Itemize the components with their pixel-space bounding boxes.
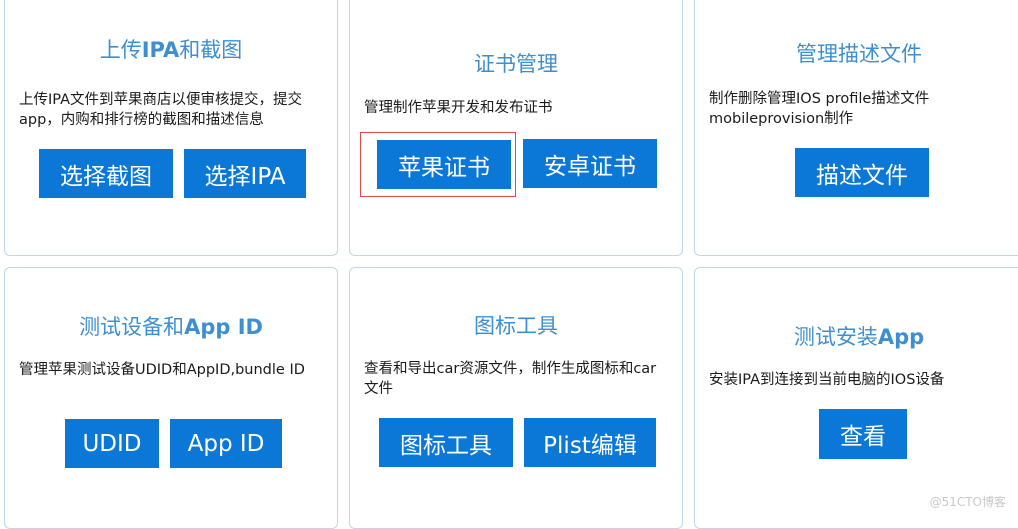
watermark: @51CTO博客: [929, 495, 1006, 509]
card-cert-management: 证书管理 管理制作苹果开发和发布证书 苹果证书 安卓证书: [349, 0, 683, 256]
card-icon-tools: 图标工具 查看和导出car资源文件，制作生成图标和car文件 图标工具 Plis…: [349, 267, 683, 529]
card-title-test-devices: 测试设备和App ID: [79, 315, 263, 339]
card-profile-management: 管理描述文件 制作删除管理IOS profile描述文件mobileprovis…: [694, 0, 1018, 256]
card-desc-cert-management: 管理制作苹果开发和发布证书: [364, 100, 553, 116]
card-title-upload-ipa: 上传IPA和截图: [99, 38, 243, 62]
card-title-cert-management: 证书管理: [474, 52, 558, 76]
apple-cert-button[interactable]: 苹果证书: [377, 140, 511, 189]
card-desc-upload-ipa: 上传IPA文件到苹果商店以便审核提交，提交app，内购和排行榜的截图和描述信息: [19, 92, 303, 128]
card-test-install: 测试安装App 安装IPA到连接到当前电脑的IOS设备 查看: [694, 267, 1018, 529]
android-cert-button[interactable]: 安卓证书: [523, 139, 657, 188]
select-ipa-button[interactable]: 选择IPA: [184, 149, 306, 198]
card-desc-icon-tools: 查看和导出car资源文件，制作生成图标和car文件: [364, 361, 657, 397]
profile-file-button[interactable]: 描述文件: [795, 148, 929, 197]
card-desc-profile-management: 制作删除管理IOS profile描述文件mobileprovision制作: [709, 91, 930, 127]
card-desc-test-devices: 管理苹果测试设备UDID和AppID,bundle ID: [19, 362, 305, 378]
card-desc-test-install: 安装IPA到连接到当前电脑的IOS设备: [709, 372, 945, 388]
view-button[interactable]: 查看: [819, 409, 907, 459]
card-title-icon-tools: 图标工具: [474, 314, 558, 338]
app-id-button[interactable]: App ID: [170, 419, 282, 468]
card-test-devices: 测试设备和App ID 管理苹果测试设备UDID和AppID,bundle ID…: [4, 267, 338, 529]
udid-button[interactable]: UDID: [65, 419, 159, 468]
select-screenshot-button[interactable]: 选择截图: [39, 149, 173, 198]
plist-edit-button[interactable]: Plist编辑: [524, 418, 656, 467]
card-title-test-install: 测试安装App: [793, 325, 925, 349]
card-upload-ipa: 上传IPA和截图 上传IPA文件到苹果商店以便审核提交，提交app，内购和排行榜…: [4, 0, 338, 256]
icon-tools-button[interactable]: 图标工具: [379, 418, 513, 467]
card-title-profile-management: 管理描述文件: [796, 42, 922, 66]
